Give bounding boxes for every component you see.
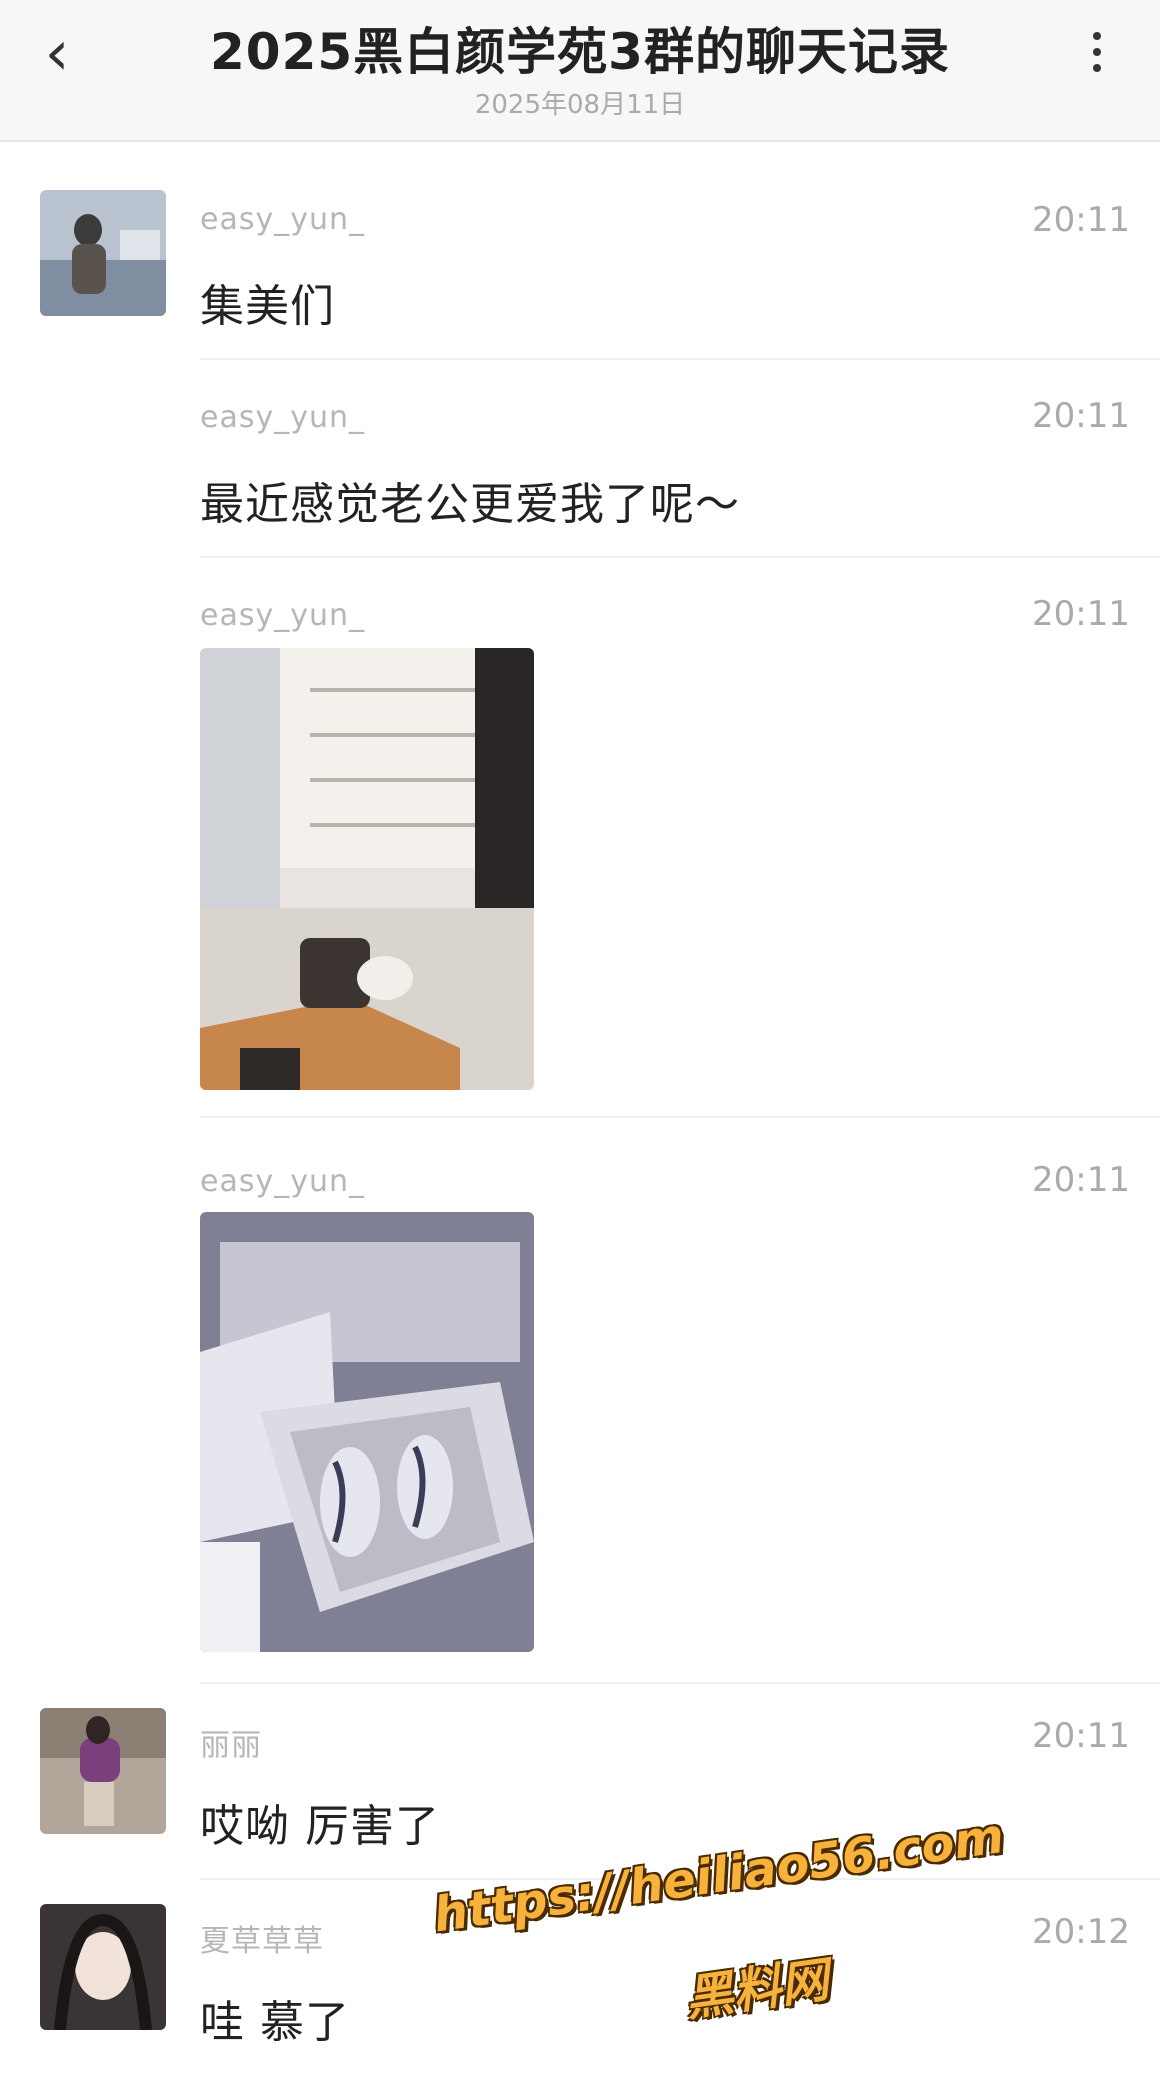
divider	[200, 556, 1160, 558]
more-vertical-icon	[1082, 32, 1112, 72]
divider	[200, 1116, 1160, 1118]
divider	[200, 1682, 1160, 1684]
sender-name: 夏草草草	[200, 1924, 324, 1959]
more-options-button[interactable]	[1082, 26, 1112, 86]
chat-date: 2025年08月11日	[474, 90, 686, 120]
page-title: 2025黑白颜学苑3群的聊天记录	[210, 23, 950, 81]
divider	[200, 358, 1160, 360]
watermark-label: 黑料网	[681, 1951, 833, 2028]
message-time: 20:12	[1032, 1912, 1130, 1952]
avatar[interactable]	[40, 190, 166, 316]
avatar[interactable]	[40, 1904, 166, 2030]
message-text[interactable]: 集美们	[200, 270, 335, 334]
sender-name: easy_yun_	[200, 202, 366, 237]
store-photo[interactable]	[200, 648, 534, 1090]
top-bar: ‹ 2025黑白颜学苑3群的聊天记录 2025年08月11日	[0, 0, 1160, 142]
avatar[interactable]	[40, 1708, 166, 1834]
message-time: 20:11	[1032, 200, 1130, 240]
message-text[interactable]: 最近感觉老公更爱我了呢～	[200, 468, 740, 532]
sender-name: easy_yun_	[200, 598, 366, 633]
message-time: 20:11	[1032, 594, 1130, 634]
sender-name: easy_yun_	[200, 400, 366, 435]
message-time: 20:11	[1032, 1160, 1130, 1200]
watermark-url: https://heiliao56.com	[430, 1807, 1008, 1944]
message-text[interactable]: 哇 慕了	[200, 1986, 350, 2050]
message-time: 20:11	[1032, 1716, 1130, 1756]
sender-name: 丽丽	[200, 1728, 262, 1763]
message-text[interactable]: 哎呦 厉害了	[200, 1790, 440, 1854]
sender-name: easy_yun_	[200, 1164, 366, 1199]
gift-box-photo[interactable]	[200, 1212, 534, 1652]
message-time: 20:11	[1032, 396, 1130, 436]
